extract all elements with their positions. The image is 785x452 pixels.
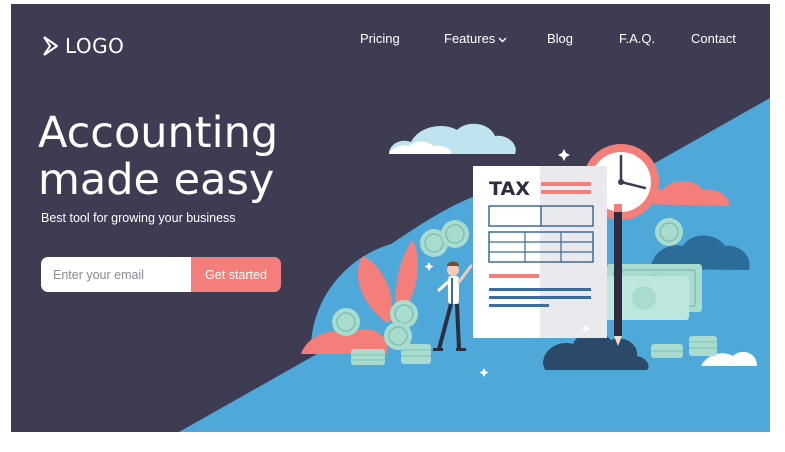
pencil-icon xyxy=(614,204,622,346)
top-navbar: LOGO Pricing Features Blog F.A.Q. Contac… xyxy=(11,4,770,74)
logo[interactable]: LOGO xyxy=(41,34,124,58)
nav-item-pricing[interactable]: Pricing xyxy=(360,31,400,46)
logo-text: LOGO xyxy=(65,34,125,58)
get-started-button[interactable]: Get started xyxy=(191,257,281,292)
nav-item-features[interactable]: Features xyxy=(444,31,507,46)
nav-item-blog[interactable]: Blog xyxy=(547,31,573,46)
email-input[interactable] xyxy=(41,257,191,292)
hero-title-line-2: made easy xyxy=(38,155,275,205)
chevron-right-icon xyxy=(43,36,58,56)
chevron-down-icon xyxy=(498,37,507,43)
nav-item-contact[interactable]: Contact xyxy=(691,31,736,46)
hero-title-line-1: Accounting xyxy=(38,108,279,158)
tax-heading: TAX xyxy=(489,178,530,200)
signup-form: Get started xyxy=(41,257,281,292)
nav-item-features-label: Features xyxy=(444,31,496,46)
landing-page: TAX LOGO Pricing Features Blog F.A.Q. Co… xyxy=(11,4,770,432)
hero-title: Accounting made easy xyxy=(38,110,278,204)
hero-subtitle: Best tool for growing your business xyxy=(41,211,236,225)
nav-item-faq[interactable]: F.A.Q. xyxy=(619,31,655,46)
